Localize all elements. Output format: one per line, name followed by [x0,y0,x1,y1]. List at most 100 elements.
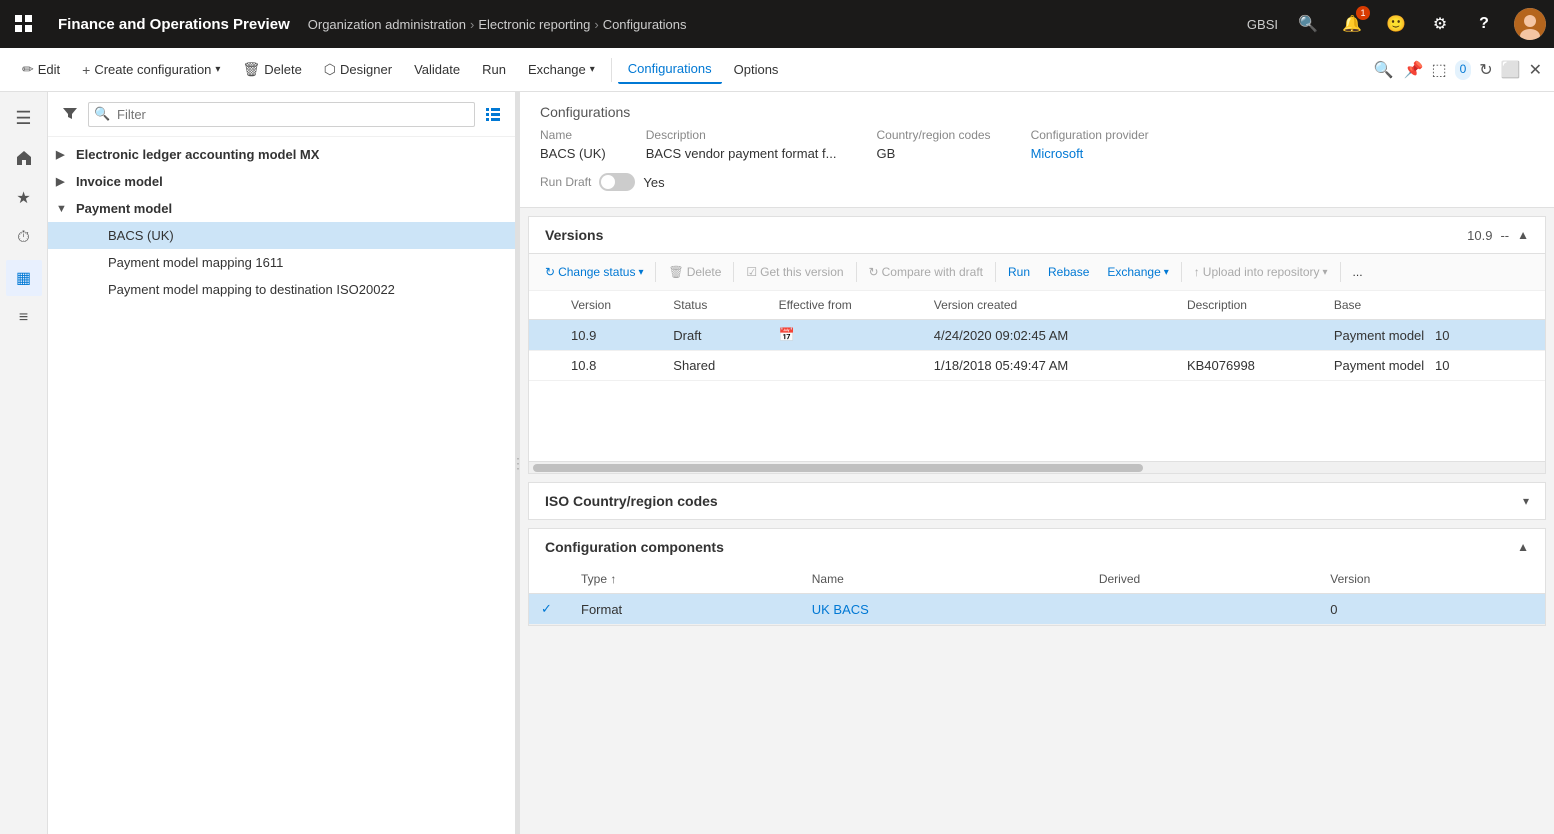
exchange-button[interactable]: Exchange ▾ [518,56,605,83]
col-description[interactable]: Description [1175,291,1322,320]
col-status[interactable]: Status [661,291,766,320]
filter-input[interactable] [88,102,475,127]
run-draft-toggle[interactable] [599,173,635,191]
tree-item-electronic-ledger[interactable]: ▶ Electronic ledger accounting model MX [48,141,515,168]
change-status-button[interactable]: ↻ Change status ▾ [537,260,651,284]
breadcrumb-er[interactable]: Electronic reporting [478,17,590,32]
tree-item-invoice-model[interactable]: ▶ Invoice model [48,168,515,195]
comp-col-version[interactable]: Version [1318,565,1545,594]
badge-icon-btn[interactable]: 0 [1455,60,1472,80]
create-configuration-button[interactable]: + Create configuration ▾ [72,56,230,84]
cell-desc-2: KB4076998 [1175,351,1322,381]
get-this-version-button[interactable]: ☑ Get this version [738,260,851,284]
table-row[interactable]: ✓ Format UK BACS 0 [529,594,1545,625]
sidebar-list-icon[interactable]: ≡ [6,300,42,336]
exchange-chevron-icon: ▾ [590,64,595,75]
close-icon-btn[interactable]: ✕ [1529,60,1542,80]
toolbar-sep-2 [733,262,734,282]
versions-delete-button[interactable]: 🗑 Delete [660,260,729,284]
designer-button[interactable]: ⬡ Designer [314,55,402,84]
refresh-icon-btn[interactable]: ↻ [1479,60,1492,80]
cell-r-2 [529,351,559,381]
command-bar: ✏ Edit + Create configuration ▾ 🗑 Delete… [0,48,1554,92]
toolbar-sep-3 [856,262,857,282]
sidebar-home-icon[interactable] [6,140,42,176]
upload-repository-button[interactable]: ↑ Upload into repository ▾ [1186,260,1336,284]
iso-collapse-icon: ▾ [1523,494,1529,508]
help-icon-btn[interactable]: ? [1470,10,1498,38]
tree-item-mapping-1611[interactable]: Payment model mapping 1611 [48,249,515,276]
horizontal-scrollbar[interactable] [529,461,1545,473]
provider-link[interactable]: Microsoft [1031,146,1149,161]
cell-effective-1: 📅 [767,320,922,351]
content-header: Configurations Name BACS (UK) Descriptio… [520,92,1554,208]
comp-col-name[interactable]: Name [800,565,1087,594]
breadcrumb-config[interactable]: Configurations [603,17,687,32]
options-button[interactable]: Options [724,56,789,83]
comp-cell-name-1[interactable]: UK BACS [800,594,1087,625]
cmd-separator-1 [611,58,612,82]
col-effective-from[interactable]: Effective from [767,291,922,320]
configurations-tab[interactable]: Configurations [618,55,722,84]
iso-section-header[interactable]: ISO Country/region codes ▾ [529,483,1545,519]
app-grid-icon[interactable] [8,8,40,40]
breadcrumb-chevron-1: › [470,17,474,32]
compare-draft-button[interactable]: ↻ Compare with draft [861,260,991,284]
sidebar: ☰ ★ ⏱ ▦ ≡ [0,92,48,834]
list-view-icon[interactable] [479,100,507,128]
sidebar-star-icon[interactable]: ★ [6,180,42,216]
comp-cell-version-1: 0 [1318,594,1545,625]
search-icon-btn[interactable]: 🔍 [1294,10,1322,38]
sidebar-clock-icon[interactable]: ⏱ [6,220,42,256]
tree-item-mapping-iso[interactable]: Payment model mapping to destination ISO… [48,276,515,303]
table-row[interactable]: 10.8 Shared 1/18/2018 05:49:47 AM KB4076… [529,351,1545,381]
user-label: GBSI [1247,17,1278,32]
cell-r-1 [529,320,559,351]
breadcrumb-org[interactable]: Organization administration [308,17,466,32]
rebase-button[interactable]: Rebase [1040,260,1097,284]
base-version-link-1[interactable]: 10 [1435,328,1449,343]
cell-status-2: Shared [661,351,766,381]
expand-icon-btn[interactable]: ⬚ [1431,60,1446,80]
versions-empty-space [529,381,1545,461]
country-value: GB [876,146,990,161]
comp-col-derived[interactable]: Derived [1087,565,1318,594]
delete-button[interactable]: 🗑 Delete [232,55,311,84]
sidebar-nav-icon[interactable]: ☰ [6,100,42,136]
filter-icon[interactable] [56,100,84,128]
calendar-icon[interactable]: 📅 [779,327,795,342]
base-link-1[interactable]: Payment model [1334,328,1424,343]
col-version[interactable]: Version [559,291,661,320]
versions-section-header[interactable]: Versions 10.9 -- ▲ [529,217,1545,254]
col-version-created[interactable]: Version created [922,291,1175,320]
cmd-search[interactable]: 🔍 [1374,60,1394,80]
validate-button[interactable]: Validate [404,56,470,83]
smiley-icon-btn[interactable]: 🙂 [1382,10,1410,38]
field-provider: Configuration provider Microsoft [1031,128,1149,161]
tree-item-payment-model[interactable]: ▼ Payment model [48,195,515,222]
config-components-section: Configuration components ▲ Type ↑ Name D… [528,528,1546,626]
comp-col-type[interactable]: Type ↑ [569,565,800,594]
versions-table-wrap: Version Status Effective from Version cr… [529,291,1545,381]
table-row[interactable]: 10.9 Draft 📅 4/24/2020 09:02:45 AM Payme… [529,320,1545,351]
exchange-chevron-icon-v: ▾ [1164,267,1169,278]
versions-run-button[interactable]: Run [1000,260,1038,284]
content-header-title: Configurations [540,104,1534,120]
create-icon: + [82,62,90,78]
pin-icon-btn[interactable]: 📌 [1404,60,1424,80]
edit-button[interactable]: ✏ Edit [12,55,70,84]
sidebar-grid-icon[interactable]: ▦ [6,260,42,296]
more-button[interactable]: ... [1345,260,1371,284]
gear-icon-btn[interactable]: ⚙ [1426,10,1454,38]
tree-item-bacs-uk[interactable]: BACS (UK) [48,222,515,249]
notification-btn[interactable]: 🔔 1 [1338,10,1366,38]
config-components-header[interactable]: Configuration components ▲ [529,529,1545,565]
components-table: Type ↑ Name Derived Version ✓ Format [529,565,1545,625]
cell-created-1: 4/24/2020 09:02:45 AM [922,320,1175,351]
restore-icon-btn[interactable]: ⬜ [1501,60,1521,80]
run-button[interactable]: Run [472,56,516,83]
user-avatar[interactable] [1514,8,1546,40]
content-fields: Name BACS (UK) Description BACS vendor p… [540,128,1534,161]
versions-exchange-button[interactable]: Exchange ▾ [1099,260,1176,284]
col-base[interactable]: Base [1322,291,1545,320]
